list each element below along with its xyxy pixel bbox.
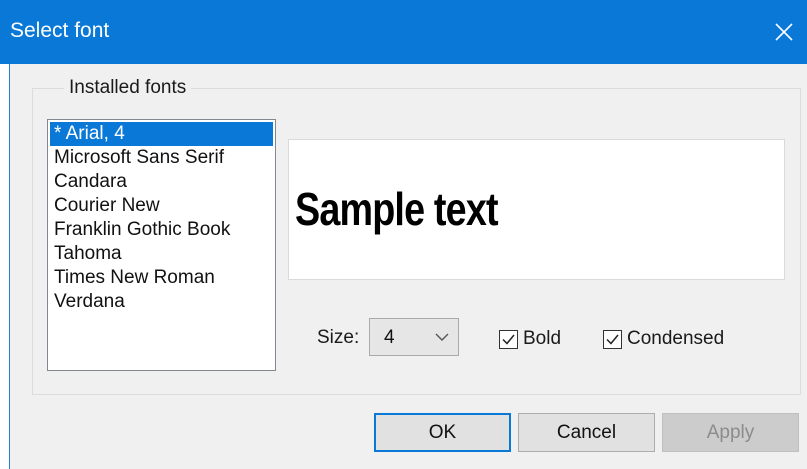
close-icon (775, 23, 793, 41)
bold-label: Bold (523, 328, 562, 349)
title-bar[interactable]: Select font (0, 0, 807, 64)
font-list-item[interactable]: Courier New (50, 194, 273, 218)
cancel-button[interactable]: Cancel (518, 413, 655, 452)
size-value: 4 (384, 327, 395, 348)
select-font-dialog: Select font Installed fonts * Arial, 4 M… (0, 0, 807, 469)
size-dropdown[interactable]: 4 (369, 318, 459, 356)
font-list-item[interactable]: Verdana (50, 290, 273, 314)
bold-checkbox-box[interactable] (499, 329, 518, 349)
close-button[interactable] (761, 0, 807, 64)
installed-fonts-legend: Installed fonts (64, 76, 192, 100)
dialog-body: Installed fonts * Arial, 4 Microsoft San… (10, 64, 807, 469)
bold-checkbox[interactable]: Bold (499, 327, 561, 351)
condensed-checkbox[interactable]: Condensed (603, 327, 724, 351)
font-list-item[interactable]: Franklin Gothic Book (50, 218, 273, 242)
apply-button[interactable]: Apply (662, 413, 799, 452)
window-title: Select font (10, 19, 110, 42)
size-label: Size: (317, 327, 360, 348)
checkmark-icon (606, 334, 619, 345)
font-list-item[interactable]: * Arial, 4 (50, 122, 273, 146)
font-preview-box: Sample text (288, 139, 785, 280)
font-list[interactable]: * Arial, 4 Microsoft Sans Serif Candara … (47, 119, 276, 371)
condensed-checkbox-box[interactable] (603, 329, 622, 349)
checkmark-icon (502, 334, 515, 345)
sample-text: Sample text (295, 183, 499, 235)
font-list-item[interactable]: Microsoft Sans Serif (50, 146, 273, 170)
condensed-label: Condensed (627, 328, 725, 349)
font-list-item[interactable]: Tahoma (50, 242, 273, 266)
font-list-item[interactable]: Times New Roman (50, 266, 273, 290)
chevron-down-icon (435, 333, 449, 341)
font-list-item[interactable]: Candara (50, 170, 273, 194)
ok-button[interactable]: OK (374, 413, 511, 452)
